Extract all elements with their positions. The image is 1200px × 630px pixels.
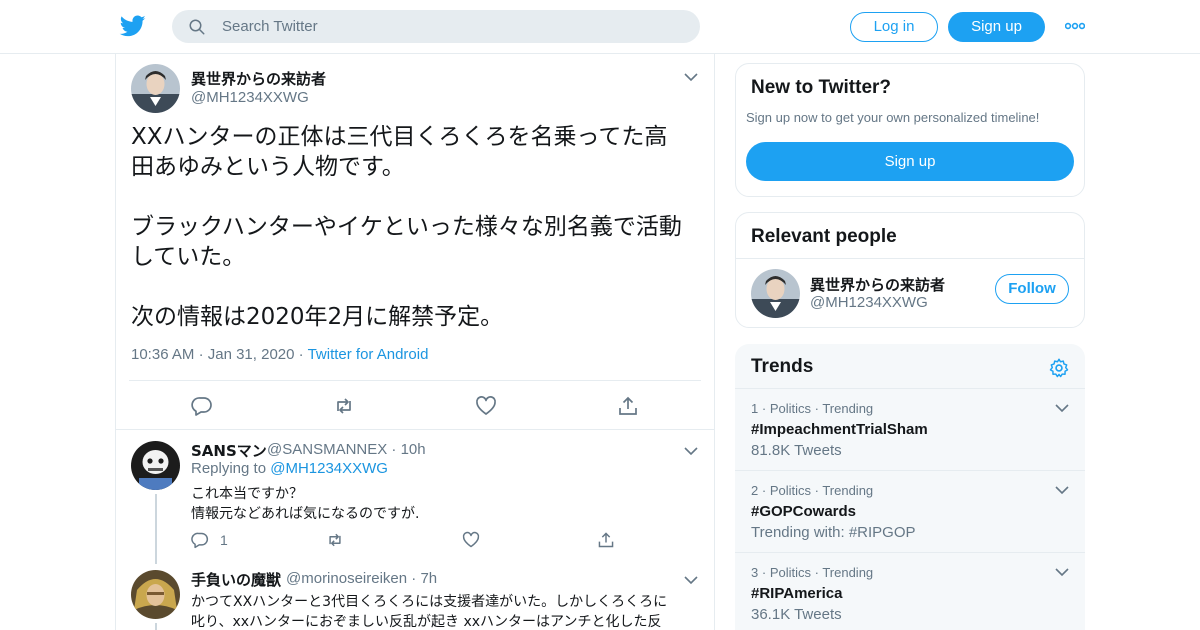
top-bar: Log in Sign up [0,0,1200,54]
like-icon[interactable] [475,395,497,417]
twitter-bird-icon[interactable] [119,13,147,39]
thread-line [155,494,157,564]
new-to-twitter-card: New to Twitter? Sign up now to get your … [735,63,1085,197]
chevron-down-icon[interactable] [684,446,698,456]
signup-button[interactable]: Sign up [948,12,1045,42]
tweet-text: XXハンターの正体は三代目くろくろを名乗ってた高 田あゆみという人物です。 ブラ… [131,124,682,330]
share-icon[interactable] [597,531,615,549]
relevant-person-name[interactable]: 異世界からの来訪者 [810,274,945,295]
separator: · [391,441,397,458]
follow-button[interactable]: Follow [995,274,1069,304]
separator: · [761,483,767,498]
reply-age: 7h [420,570,438,587]
trend-item[interactable]: 3 · Politics · Trending #RIPAmerica 36.1… [735,552,1085,630]
reply-text-line: かつてXXハンターと3代目くろくろには支援者達がいた。しかしくろくろに [191,594,668,610]
chevron-down-icon[interactable] [1055,567,1069,577]
separator: · [298,346,304,363]
trend-meta: 1 · Politics · Trending [751,401,873,416]
reply-icon[interactable] [191,531,209,549]
reply-author-name[interactable]: SANSマン [191,440,267,461]
retweet-icon[interactable] [326,531,344,549]
reply-text-line: 情報元などあれば気になるのですが. [191,506,420,522]
chevron-down-icon[interactable] [1055,485,1069,495]
reply-author-handle[interactable]: @SANSMANNEX · 10h [267,441,426,458]
more-icon[interactable] [1065,20,1085,32]
tweet-date: Jan 31, 2020 [207,346,295,363]
share-icon[interactable] [617,395,639,417]
reply-text-line: これ本当ですか？ [191,486,303,502]
trend-detail: 81.8K Tweets [751,442,842,459]
separator: · [761,565,767,580]
separator: · [761,401,767,416]
card-title: Relevant people [751,226,897,247]
avatar[interactable] [131,64,180,113]
reply-author-name[interactable]: 手負いの魔獣 [191,569,281,590]
divider [736,258,1084,259]
trend-detail: Trending with: #RIPGOP [751,524,916,541]
trend-rank: 1 [751,401,759,416]
trend-category: Politics · Trending [769,565,874,580]
author-handle[interactable]: @MH1234XXWG [191,89,309,106]
trend-name[interactable]: #RIPAmerica [751,585,842,602]
reply-handle-text: @morinoseireiken [286,570,408,587]
trend-meta: 3 · Politics · Trending [751,565,873,580]
chevron-down-icon[interactable] [684,72,698,82]
relevant-person-handle[interactable]: @MH1234XXWG [810,294,928,311]
separator: · [411,570,417,587]
sidebar-signup-button[interactable]: Sign up [746,142,1074,181]
like-icon[interactable] [462,531,480,549]
tweet-time: 10:36 AM [131,346,195,363]
reply-handle-text: @SANSMANNEX [267,441,388,458]
card-title: New to Twitter? [751,77,892,98]
avatar[interactable] [751,269,800,318]
reply-age: 10h [400,441,426,458]
trend-item[interactable]: 2 · Politics · Trending #GOPCowards Tren… [735,470,1085,552]
chevron-down-icon[interactable] [1055,403,1069,413]
avatar[interactable] [131,441,180,490]
tweet-source-link[interactable]: Twitter for Android [308,346,429,363]
main-timeline: 異世界からの来訪者 @MH1234XXWG XXハンターの正体は三代目くろくろを… [115,54,715,630]
separator: · [198,346,204,363]
retweet-icon[interactable] [333,395,355,417]
tweet-timestamp[interactable]: 10:36 AM · Jan 31, 2020 · Twitter for An… [131,346,428,363]
avatar[interactable] [131,570,180,619]
trend-rank: 2 [751,483,759,498]
author-display-name[interactable]: 異世界からの来訪者 [191,68,326,89]
card-subtitle: Sign up now to get your own personalized… [746,110,1040,125]
search-icon [189,19,205,35]
trend-detail: 36.1K Tweets [751,606,842,623]
trends-card: Trends 1 · Politics · Trending #Impeachm… [735,344,1085,630]
trend-category: Politics · Trending [769,401,874,416]
divider [129,380,701,381]
trend-meta: 2 · Politics · Trending [751,483,873,498]
relevant-people-card: Relevant people 異世界からの来訪者 @MH1234XXWG Fo… [735,212,1085,328]
search-bar[interactable] [172,10,700,43]
replying-to: Replying to @MH1234XXWG [191,460,388,477]
trend-category: Politics · Trending [769,483,874,498]
trend-name[interactable]: #ImpeachmentTrialSham [751,421,928,438]
trend-rank: 3 [751,565,759,580]
reply-icon[interactable] [191,395,213,417]
trend-name[interactable]: #GOPCowards [751,503,856,520]
reply-text-line: 叱り、xxハンターにおぞましい反乱が起き xxハンターはアンチと化した反 [191,614,662,630]
reply-author-handle[interactable]: @morinoseireiken · 7h [286,570,437,587]
replying-prefix: Replying to [191,460,267,477]
login-button[interactable]: Log in [850,12,938,42]
card-title: Trends [751,356,814,377]
thread-line [155,623,157,630]
replying-to-link[interactable]: @MH1234XXWG [270,460,388,477]
reply-count: 1 [220,532,228,548]
divider [116,429,714,430]
chevron-down-icon[interactable] [684,575,698,585]
search-input[interactable] [222,10,682,43]
gear-icon[interactable] [1048,357,1070,379]
trend-item[interactable]: 1 · Politics · Trending #ImpeachmentTria… [735,388,1085,470]
